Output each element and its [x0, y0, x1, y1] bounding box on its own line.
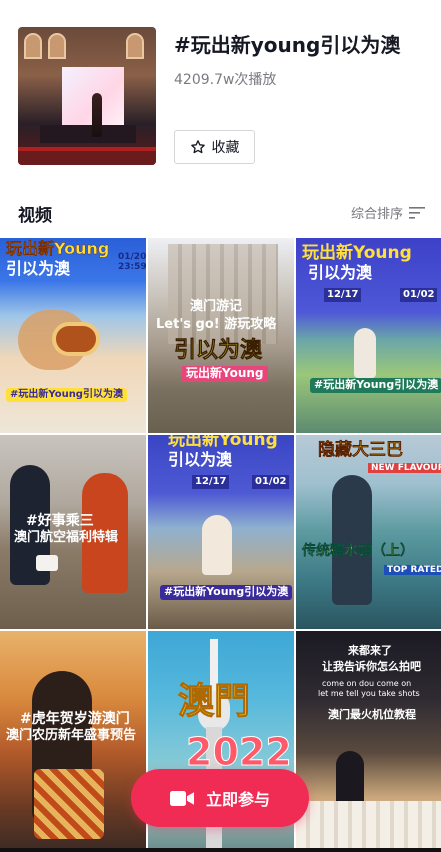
topic-header: #玩出新young引以为澳 4209.7w次播放 收藏 — [0, 0, 441, 190]
video-tile[interactable]: #虎年贺岁游澳门 澳门农历新年盛事预告 — [0, 631, 146, 852]
video-caption: 澳门游记 — [190, 299, 243, 314]
video-tile[interactable]: 隐藏大三巴 NEW FLAVOUR 传统糖水铺（上） TOP RATED — [296, 435, 441, 629]
video-caption: #虎年贺岁游澳门 — [20, 711, 130, 727]
play-count: 4209.7w次播放 — [174, 72, 277, 88]
video-hashtag: #玩出新Young引以为澳 — [310, 378, 441, 393]
cover-red-carpet — [18, 151, 156, 165]
sort-icon — [409, 206, 425, 219]
video-camera-icon — [169, 790, 194, 806]
sort-dropdown[interactable]: 综合排序 — [351, 203, 425, 222]
cover-arch — [24, 33, 42, 59]
video-grid: 玩出新Young 引以为澳 01/20 23:59 #玩出新Young引以为澳 … — [0, 238, 441, 852]
video-tile[interactable]: 玩出新Young 引以为澳 12/17 01/02 #玩出新Young引以为澳 — [148, 435, 294, 629]
favorite-button[interactable]: 收藏 — [174, 130, 255, 164]
video-caption: 引以为澳 — [6, 259, 71, 278]
video-caption: 让我告诉你怎么拍吧 — [322, 660, 421, 673]
video-caption: 澳门农历新年盛事预告 — [6, 728, 137, 743]
video-caption: 玩出新Young — [6, 239, 110, 258]
video-caption: 来都来了 — [348, 644, 392, 657]
video-caption: NEW FLAVOUR — [368, 463, 441, 474]
cover-arch — [48, 33, 66, 59]
video-date: 23:59 — [118, 262, 146, 272]
video-caption: 澳門 — [177, 680, 251, 722]
topic-title: #玩出新young引以为澳 — [174, 33, 401, 57]
video-date: 12/17 — [324, 288, 362, 302]
video-tile[interactable]: 玩出新Young 引以为澳 01/20 23:59 #玩出新Young引以为澳 — [0, 238, 146, 433]
video-caption: #好事乘三 — [26, 513, 94, 529]
join-challenge-button[interactable]: 立即参与 — [131, 769, 309, 827]
video-tile[interactable]: #好事乘三 澳门航空福利特辑 — [0, 435, 146, 629]
video-section-bar: 视频 综合排序 — [0, 190, 441, 236]
video-caption: 澳门最火机位教程 — [328, 708, 416, 721]
favorite-label: 收藏 — [211, 140, 240, 156]
join-button-label: 立即参与 — [205, 790, 270, 809]
video-caption: 玩出新Young — [302, 243, 412, 263]
topic-cover-image[interactable] — [18, 27, 156, 165]
video-tile[interactable]: 来都来了 让我告诉你怎么拍吧 come on dou come on let m… — [296, 631, 441, 852]
video-caption: 引以为澳 — [308, 263, 373, 282]
video-caption: 玩出新Young — [182, 366, 268, 382]
video-caption: 引以为澳 — [168, 450, 233, 469]
video-date: 01/20 — [118, 252, 146, 262]
video-caption: Let's go! 游玩攻略 — [156, 317, 277, 332]
video-caption: 传统糖水铺（上） — [302, 543, 414, 559]
video-caption: 玩出新Young — [168, 435, 278, 450]
video-tile[interactable]: 玩出新Young 引以为澳 12/17 01/02 #玩出新Young引以为澳 — [296, 238, 441, 433]
cover-stage — [40, 125, 136, 143]
video-caption: 澳门航空福利特辑 — [14, 530, 119, 545]
video-caption: let me tell you take shots — [318, 689, 420, 698]
section-title: 视频 — [18, 206, 52, 226]
video-hashtag: #玩出新Young引以为澳 — [6, 388, 127, 402]
video-date: 01/02 — [252, 475, 290, 489]
cover-performer — [92, 93, 102, 137]
sort-label: 综合排序 — [350, 207, 403, 222]
video-tile[interactable]: 澳门游记 Let's go! 游玩攻略 引以为澳 玩出新Young — [148, 238, 294, 433]
video-date: 01/02 — [400, 288, 438, 302]
video-caption: TOP RATED — [384, 565, 441, 576]
bottom-edge — [0, 848, 441, 852]
star-icon — [190, 140, 205, 154]
video-date: 12/17 — [192, 475, 230, 489]
video-caption: 引以为澳 — [174, 338, 263, 364]
video-caption: come on dou come on — [322, 679, 412, 688]
cover-arch — [126, 33, 144, 59]
video-hashtag: #玩出新Young引以为澳 — [160, 585, 293, 600]
video-caption: 隐藏大三巴 — [318, 440, 403, 460]
